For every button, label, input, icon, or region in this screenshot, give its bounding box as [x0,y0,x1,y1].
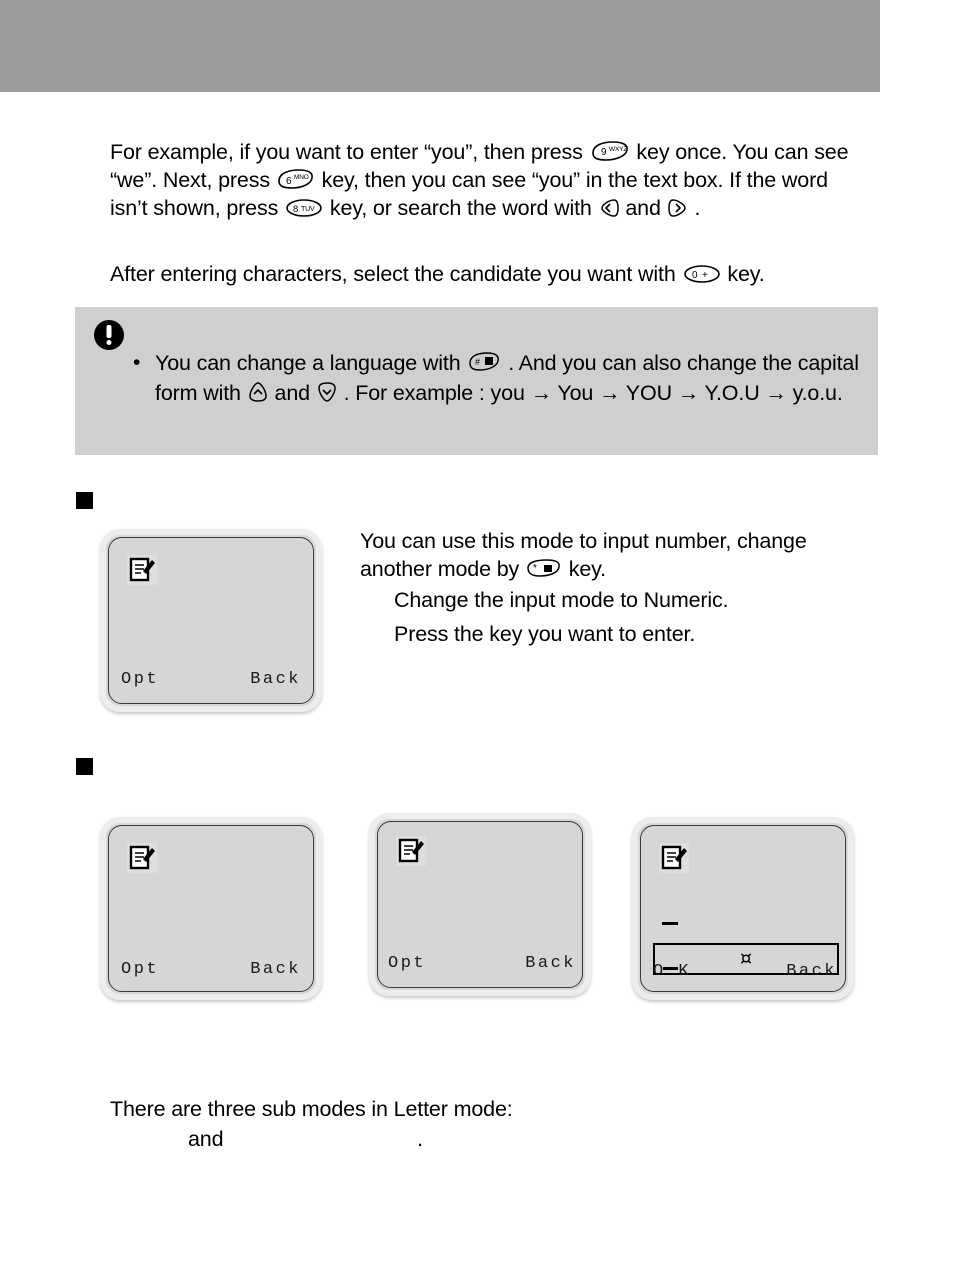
key-0-plus-icon: 0 + [682,264,722,284]
nav-up-key-icon [247,381,269,403]
exclamation-bar [106,325,112,338]
letter-submodes-period: . [417,1127,423,1151]
phone-screen-letter-2: Opt Back [369,813,591,996]
phone-screen-inner: Opt Back [108,825,314,992]
numeric-step-1: Change the input mode to Numeric. [394,588,729,612]
softkey-right-back[interactable]: Back [250,670,301,689]
page-header-band [0,0,880,92]
note-edit-icon [127,555,157,585]
phone-screen-numeric: Opt Back [100,529,322,712]
svg-text:WXYZ: WXYZ [609,146,627,153]
svg-text:9: 9 [601,147,607,158]
text-cursor-dash [662,922,678,925]
nav-down-key-icon [316,381,338,403]
phone-screen-letter-1: Opt Back [100,817,322,1000]
caution-note-box: • You can change a language with # . And… [75,307,878,455]
nav-right-key-icon [667,198,689,218]
key-star-icon: * [525,557,563,579]
softkey-left-opt[interactable]: Opt [121,960,159,979]
key-6-mno-icon: 6 MNO [276,168,316,190]
section-bullet-letter [76,758,93,775]
svg-text:MNO: MNO [294,174,309,181]
svg-text:0: 0 [692,270,698,281]
after-entering-text-2: key. [727,262,765,286]
softkey-left-opt[interactable]: Opt [388,954,426,973]
numeric-desc-line: You can use this mode to input number, c… [360,527,880,583]
section-bullet-numeric [76,492,93,509]
note-text-3: and [274,381,311,405]
key-hash-icon: # [466,351,502,373]
note-bullet-text: You can change a language with # . And y… [155,348,873,408]
note-text-4: . For example : you → You → YOU → Y.O.U … [343,381,843,405]
note-bullet-list: • You can change a language with # . And… [133,348,873,408]
exclamation-circle-icon [94,320,124,350]
numeric-mode-description: You can use this mode to input number, c… [360,527,880,651]
letter-submodes-paragraph: There are three sub modes in Letter mode… [110,1094,850,1154]
example-paragraph: For example, if you want to enter “you”,… [110,138,862,222]
example-text-4: key, or search the word with [329,196,592,220]
note-bullet-item: • You can change a language with # . And… [133,348,873,408]
numeric-desc-key-suffix: key. [568,557,607,581]
exclamation-dot [106,340,112,345]
softkey-left-ok[interactable]: O K [653,962,691,981]
nav-left-key-icon [598,198,620,218]
key-8-tuv-icon: 8 TUV [284,198,324,218]
svg-text:+: + [702,270,708,281]
svg-text:TUV: TUV [301,206,315,213]
phone-screen-inner: ¤ O K Back [640,825,846,992]
svg-text:*: * [533,563,537,574]
after-entering-paragraph: After entering characters, select the ca… [110,260,870,288]
example-text-6: . [694,196,701,220]
phone-screen-letter-3: ¤ O K Back [632,817,854,1000]
letter-submodes-line1: There are three sub modes in Letter mode… [110,1097,513,1121]
bullet-dot: • [133,351,141,374]
example-text-5: and [625,196,661,220]
svg-text:8: 8 [293,204,298,215]
phone-screen-inner: Opt Back [377,821,583,988]
note-edit-icon [396,836,426,866]
numeric-step-2: Press the key you want to enter. [394,622,696,646]
svg-text:#: # [475,357,480,367]
note-edit-icon [127,843,157,873]
letter-submodes-and: and [188,1127,224,1151]
softkey-right-back[interactable]: Back [250,960,301,979]
after-entering-text-1: After entering characters, select the ca… [110,262,676,286]
phone-screen-inner: Opt Back [108,537,314,704]
softkey-right-back[interactable]: Back [786,962,837,981]
note-edit-icon [659,843,689,873]
softkey-left-opt[interactable]: Opt [121,670,159,689]
candidate-symbol: ¤ [739,947,753,970]
key-9-wxyz-icon: 9 WXYZ [589,140,631,162]
note-text-1: You can change a language with [155,351,461,375]
letter-submodes-line2: and . [110,1124,850,1154]
softkey-right-back[interactable]: Back [525,954,576,973]
example-text-1: For example, if you want to enter “you”,… [110,140,583,164]
svg-text:6: 6 [286,176,292,187]
